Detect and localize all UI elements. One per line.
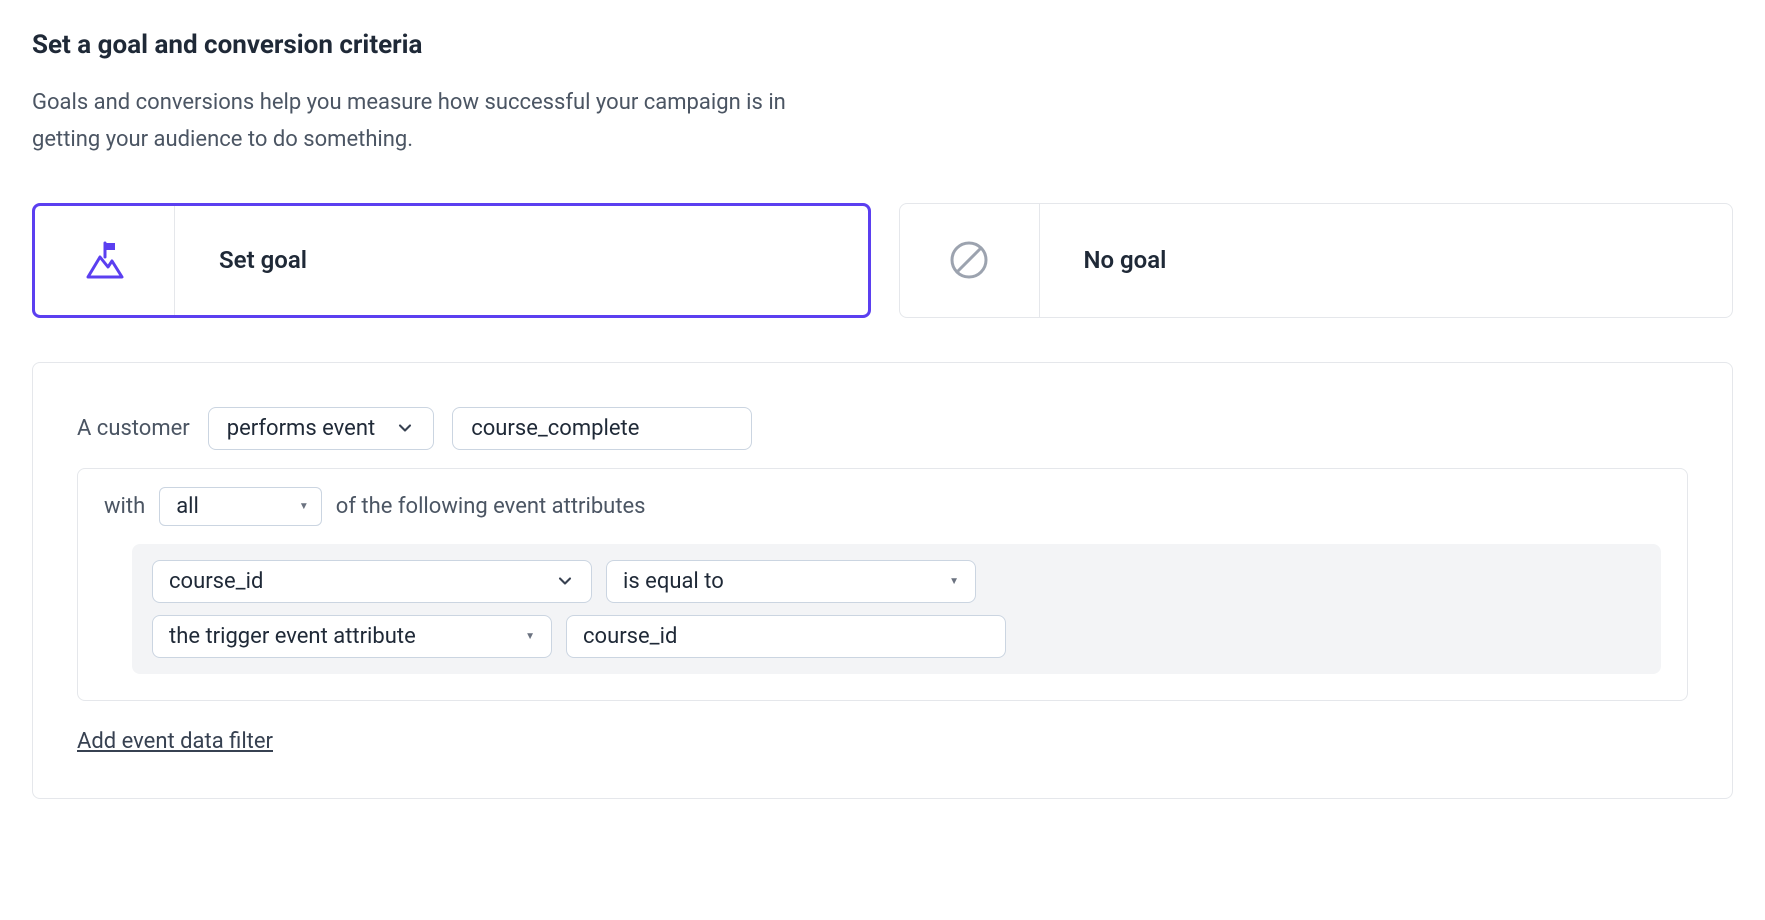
attribute-operator-value: is equal to bbox=[623, 569, 724, 594]
attribute-row-2: the trigger event attribute ▼ course_id bbox=[152, 615, 1641, 658]
no-goal-label: No goal bbox=[1040, 246, 1733, 274]
with-trailing-text: of the following event attributes bbox=[336, 494, 646, 519]
attribute-row-1: course_id is equal to ▼ bbox=[152, 560, 1641, 603]
no-goal-icon bbox=[900, 204, 1040, 317]
with-mode-select[interactable]: all ▼ bbox=[159, 487, 322, 526]
with-label: with bbox=[104, 494, 145, 519]
attribute-value-input[interactable]: course_id bbox=[566, 615, 1006, 658]
add-event-data-filter-link[interactable]: Add event data filter bbox=[77, 729, 273, 754]
page-description: Goals and conversions help you measure h… bbox=[32, 84, 852, 159]
page-title: Set a goal and conversion criteria bbox=[32, 30, 1733, 60]
attribute-filter-block: course_id is equal to ▼ the trigger even… bbox=[132, 544, 1661, 674]
caret-down-icon: ▼ bbox=[299, 501, 309, 512]
chevron-down-icon bbox=[555, 571, 575, 591]
caret-down-icon: ▼ bbox=[525, 631, 535, 642]
mountain-flag-icon bbox=[35, 206, 175, 315]
attribute-source-select[interactable]: the trigger event attribute ▼ bbox=[152, 615, 552, 658]
set-goal-label: Set goal bbox=[175, 246, 868, 274]
caret-down-icon: ▼ bbox=[949, 576, 959, 587]
with-row: with all ▼ of the following event attrib… bbox=[104, 487, 1661, 526]
with-mode-value: all bbox=[176, 494, 199, 519]
action-select[interactable]: performs event bbox=[208, 407, 434, 450]
attribute-field-select[interactable]: course_id bbox=[152, 560, 592, 603]
set-goal-card[interactable]: Set goal bbox=[32, 203, 871, 318]
chevron-down-icon bbox=[395, 418, 415, 438]
attribute-source-value: the trigger event attribute bbox=[169, 624, 416, 649]
attribute-value-text: course_id bbox=[583, 624, 677, 649]
attribute-operator-select[interactable]: is equal to ▼ bbox=[606, 560, 976, 603]
criteria-top-row: A customer performs event course_complet… bbox=[77, 407, 1688, 450]
action-select-value: performs event bbox=[227, 416, 375, 441]
no-goal-card[interactable]: No goal bbox=[899, 203, 1734, 318]
criteria-panel: A customer performs event course_complet… bbox=[32, 362, 1733, 799]
event-name-value: course_complete bbox=[471, 416, 639, 441]
goal-cards-row: Set goal No goal bbox=[32, 203, 1733, 318]
event-name-input[interactable]: course_complete bbox=[452, 407, 752, 450]
event-attributes-box: with all ▼ of the following event attrib… bbox=[77, 468, 1688, 701]
criteria-leading-text: A customer bbox=[77, 416, 190, 441]
attribute-field-value: course_id bbox=[169, 569, 263, 594]
